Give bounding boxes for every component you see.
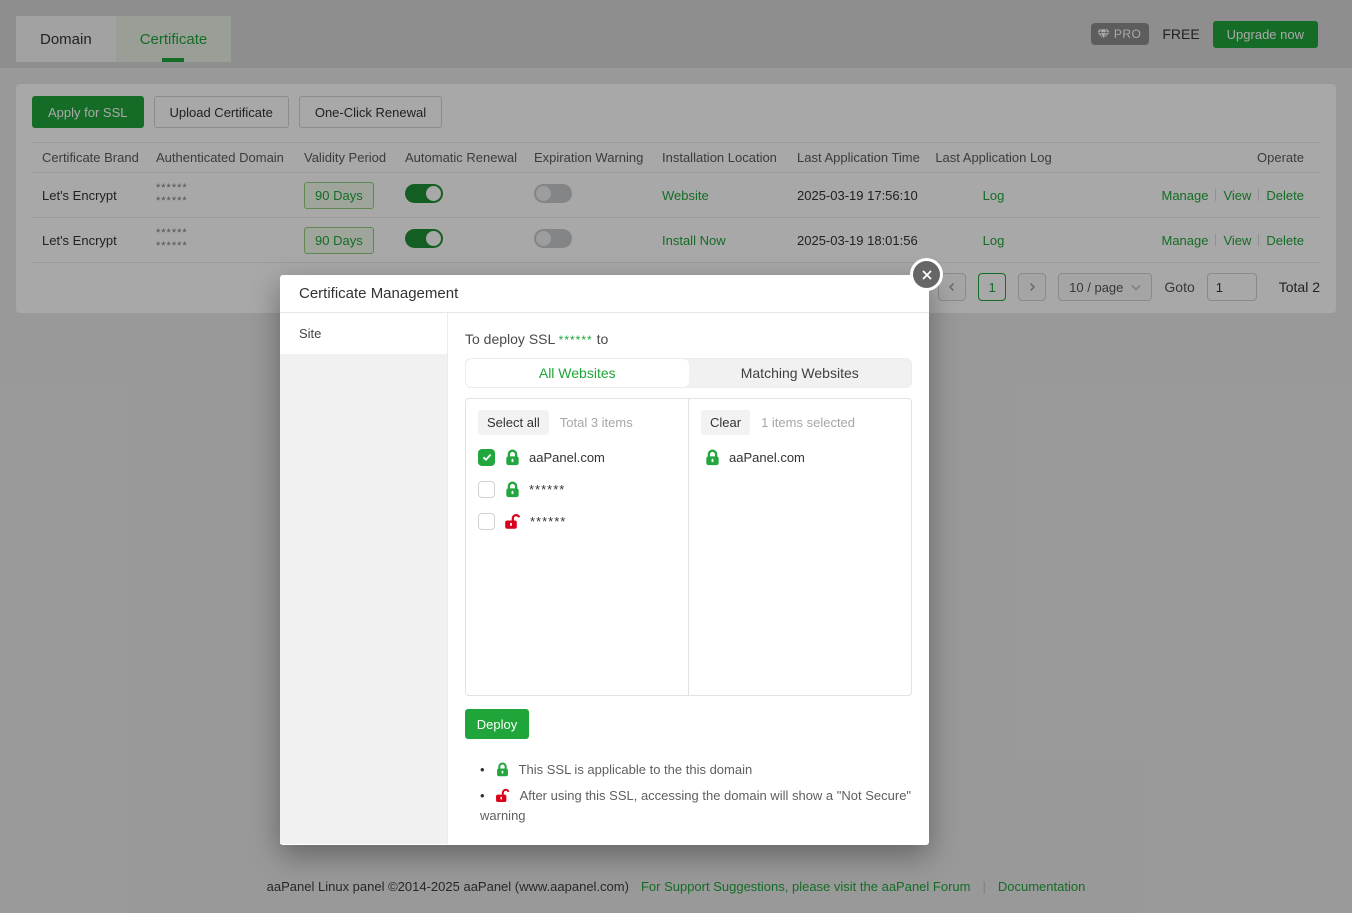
website-checkbox[interactable] bbox=[478, 513, 495, 530]
ssl-name: ****** bbox=[559, 333, 593, 347]
list-item: ****** bbox=[478, 480, 676, 498]
website-label: ****** bbox=[529, 483, 565, 496]
close-icon bbox=[921, 269, 933, 281]
tab-matching-websites[interactable]: Matching Websites bbox=[689, 359, 912, 387]
selected-websites-list: aaPanel.com bbox=[689, 435, 911, 466]
lock-icon bbox=[495, 762, 510, 777]
list-item: aaPanel.com bbox=[478, 448, 676, 466]
selected-websites-panel: Clear 1 items selected aaPanel.com bbox=[689, 399, 911, 695]
available-count: Total 3 items bbox=[560, 415, 633, 430]
website-label: aaPanel.com bbox=[529, 450, 605, 465]
modal-header: Certificate Management bbox=[280, 275, 929, 313]
list-item: ****** bbox=[478, 512, 676, 530]
sidebar-item-site[interactable]: Site bbox=[280, 313, 447, 354]
website-checkbox[interactable] bbox=[478, 449, 495, 466]
bullet: • bbox=[480, 788, 485, 803]
check-icon bbox=[481, 451, 493, 463]
deploy-target-text: To deploy SSL ****** to bbox=[465, 331, 912, 347]
list-item: aaPanel.com bbox=[704, 448, 899, 466]
modal-content: To deploy SSL ****** to All Websites Mat… bbox=[448, 313, 929, 844]
available-websites-panel: Select all Total 3 items bbox=[466, 399, 689, 695]
website-label: ****** bbox=[530, 515, 566, 528]
note-text: After using this SSL, accessing the doma… bbox=[480, 788, 911, 823]
modal-close-button[interactable] bbox=[913, 261, 940, 288]
deploy-text-prefix: To deploy SSL bbox=[465, 331, 555, 347]
lock-icon bbox=[704, 449, 721, 466]
deploy-button[interactable]: Deploy bbox=[465, 709, 529, 739]
selected-count: 1 items selected bbox=[761, 415, 855, 430]
website-checkbox[interactable] bbox=[478, 481, 495, 498]
website-transfer: Select all Total 3 items bbox=[465, 398, 912, 696]
note-secure: • This SSL is applicable to the this dom… bbox=[469, 760, 912, 780]
modal-sidebar: Site bbox=[280, 313, 448, 844]
unlock-icon bbox=[504, 513, 522, 530]
certificate-management-dialog: Certificate Management Site To deploy SS… bbox=[280, 275, 929, 845]
modal-title: Certificate Management bbox=[299, 285, 458, 302]
ssl-notes: • This SSL is applicable to the this dom… bbox=[465, 760, 912, 826]
note-insecure: • After using this SSL, accessing the do… bbox=[469, 786, 912, 826]
website-label: aaPanel.com bbox=[729, 450, 805, 465]
unlock-icon bbox=[495, 788, 511, 803]
deploy-text-suffix: to bbox=[597, 331, 609, 347]
website-filter-tabs: All Websites Matching Websites bbox=[465, 358, 912, 388]
available-websites-list: aaPanel.com ****** bbox=[466, 435, 688, 530]
select-all-button[interactable]: Select all bbox=[478, 410, 549, 435]
clear-button[interactable]: Clear bbox=[701, 410, 750, 435]
sidebar-item-label: Site bbox=[299, 326, 321, 341]
bullet: • bbox=[480, 762, 485, 777]
note-text: This SSL is applicable to the this domai… bbox=[519, 762, 753, 777]
tab-all-websites[interactable]: All Websites bbox=[466, 359, 689, 387]
lock-icon bbox=[504, 481, 521, 498]
lock-icon bbox=[504, 449, 521, 466]
